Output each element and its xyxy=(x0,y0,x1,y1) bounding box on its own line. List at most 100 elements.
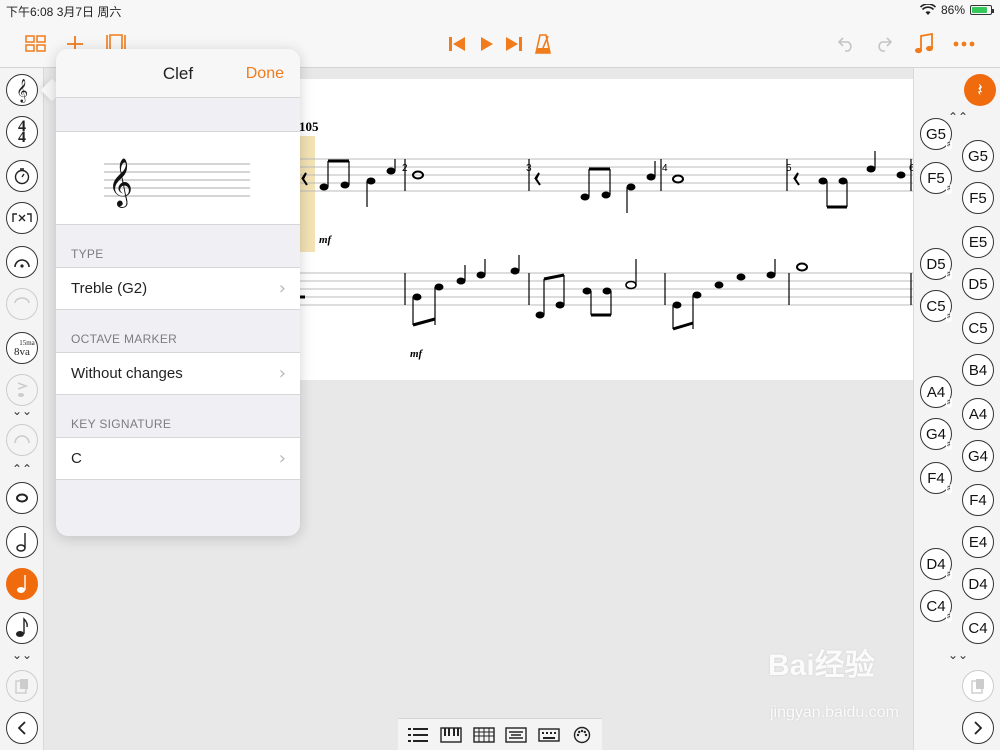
measure-number: 5 xyxy=(786,163,792,174)
chevron-right-icon: › xyxy=(278,278,286,299)
repeat-button[interactable] xyxy=(6,202,38,234)
more-icon[interactable] xyxy=(952,32,976,56)
clef-type-value: Treble (G2) xyxy=(71,280,148,297)
chevron-left-icon xyxy=(17,721,26,735)
octave-marker-value: Without changes xyxy=(71,365,183,382)
keyboard-icon[interactable] xyxy=(537,725,561,745)
note-button-sharp[interactable]: G5 ♯ xyxy=(920,118,952,150)
quarter-note-button[interactable] xyxy=(6,568,38,600)
measure-number: 2 xyxy=(402,163,408,174)
chevron-up-icon[interactable]: ⌃⌃ xyxy=(946,110,970,124)
octave-bottom-label: 8va xyxy=(14,346,30,358)
type-section-label: TYPE xyxy=(71,247,104,261)
octave-marker-row[interactable]: Without changes › xyxy=(56,352,300,395)
accent-button[interactable] xyxy=(6,374,38,406)
note-button-sharp[interactable]: C5 ♯ xyxy=(920,290,952,322)
accent-icon xyxy=(17,382,29,397)
list-icon[interactable] xyxy=(406,725,430,745)
midi-icon[interactable] xyxy=(570,725,594,745)
note-button[interactable]: F5 xyxy=(962,182,994,214)
guitar-fretboard-icon[interactable] xyxy=(472,725,496,745)
bottom-toolbar xyxy=(398,718,602,750)
note-button[interactable]: E4 xyxy=(962,526,994,558)
note-button[interactable]: A4 xyxy=(962,398,994,430)
note-button-sharp[interactable]: F5 ♯ xyxy=(920,162,952,194)
dynamic-marking: mf xyxy=(319,234,333,246)
skip-forward-icon[interactable] xyxy=(503,32,525,56)
chevron-down-icon[interactable]: ⌄⌄ xyxy=(946,648,970,662)
note-button[interactable]: D5 xyxy=(962,268,994,300)
redo-icon[interactable] xyxy=(873,32,895,56)
battery-icon xyxy=(970,5,994,15)
chevron-right-icon: › xyxy=(278,448,286,469)
metronome-icon[interactable] xyxy=(532,32,554,56)
note-button[interactable]: E5 xyxy=(962,226,994,258)
quarter-note-icon xyxy=(17,575,26,593)
key-signature-row[interactable]: C › xyxy=(56,437,300,480)
note-button[interactable]: C4 xyxy=(962,612,994,644)
key-section-label: KEY SIGNATURE xyxy=(71,417,172,431)
done-button[interactable]: Done xyxy=(246,65,284,83)
note-button-sharp[interactable]: C4 ♯ xyxy=(920,590,952,622)
rest-button[interactable]: 𝄽 xyxy=(964,74,996,106)
status-time: 下午6:08 3月7日 周六 xyxy=(6,5,122,19)
back-button[interactable] xyxy=(6,712,38,744)
play-icon[interactable] xyxy=(475,32,497,56)
half-note-button[interactable] xyxy=(6,526,38,558)
chevron-up-icon[interactable]: ⌃⌃ xyxy=(10,462,34,476)
chevron-down-icon[interactable]: ⌄⌄ xyxy=(10,404,34,418)
whole-note-icon xyxy=(16,493,28,503)
clef-popover: Clef Done 𝄞 TYPE Treble (G2) › OCTAVE MA… xyxy=(56,49,300,536)
note-button-sharp[interactable]: G4 ♯ xyxy=(920,418,952,450)
treble-clef-icon: 𝄞 xyxy=(108,157,133,208)
octave-section-label: OCTAVE MARKER xyxy=(71,332,178,346)
undo-icon[interactable] xyxy=(835,32,857,56)
forward-button[interactable] xyxy=(962,712,994,744)
fermata-icon xyxy=(14,259,30,268)
note-button[interactable]: F4 xyxy=(962,484,994,516)
skip-back-icon[interactable] xyxy=(446,32,468,56)
clef-preview: 𝄞 xyxy=(56,131,300,225)
fermata-button[interactable] xyxy=(6,246,38,278)
time-signature-button[interactable]: 4 4 xyxy=(6,116,38,148)
copy-button[interactable] xyxy=(6,670,38,702)
wifi-icon xyxy=(919,4,936,15)
note-button[interactable]: C5 xyxy=(962,312,994,344)
copy-button[interactable] xyxy=(962,670,994,702)
note-button[interactable]: B4 xyxy=(962,354,994,386)
eighth-note-button[interactable] xyxy=(6,612,38,644)
time-sig-denominator: 4 xyxy=(18,129,26,146)
note-icon[interactable] xyxy=(912,32,936,56)
piano-icon[interactable] xyxy=(439,725,463,745)
note-button[interactable]: G5 xyxy=(962,140,994,172)
grid-icon[interactable] xyxy=(24,32,48,56)
octave-button[interactable]: 15ma 8va xyxy=(6,332,38,364)
battery-percent: 86% xyxy=(940,3,965,17)
note-button-sharp[interactable]: F4 ♯ xyxy=(920,462,952,494)
slur-button[interactable] xyxy=(6,424,38,456)
note-button-sharp[interactable]: A4 ♯ xyxy=(920,376,952,408)
copy-icon xyxy=(15,679,28,694)
note-button[interactable]: G4 xyxy=(962,440,994,472)
repeat-icon xyxy=(12,213,32,222)
clef-type-row[interactable]: Treble (G2) › xyxy=(56,267,300,310)
note-button-sharp[interactable]: D4 ♯ xyxy=(920,548,952,580)
measure-number: 4 xyxy=(662,163,668,174)
note-button-sharp[interactable]: D5 ♯ xyxy=(920,248,952,280)
eighth-note-icon xyxy=(16,617,28,637)
tempo-button[interactable] xyxy=(6,160,38,192)
stopwatch-icon xyxy=(14,168,30,185)
note-button[interactable]: D4 xyxy=(962,568,994,600)
popover-header: Clef Done xyxy=(56,49,300,98)
status-bar: 下午6:08 3月7日 周六 86% xyxy=(0,0,1000,20)
treble-clef-button[interactable]: 𝄞 xyxy=(6,74,38,106)
align-icon[interactable] xyxy=(504,725,528,745)
chevron-down-icon[interactable]: ⌄⌄ xyxy=(10,648,34,662)
tie-button[interactable] xyxy=(6,288,38,320)
copy-icon xyxy=(971,679,984,694)
score-page[interactable]: 105 2 3 4 5 6 mf mf xyxy=(297,79,915,380)
measure-number: 105 xyxy=(299,119,319,134)
slur-icon xyxy=(14,435,30,444)
whole-note-button[interactable] xyxy=(6,482,38,514)
key-signature-value: C xyxy=(71,450,82,467)
